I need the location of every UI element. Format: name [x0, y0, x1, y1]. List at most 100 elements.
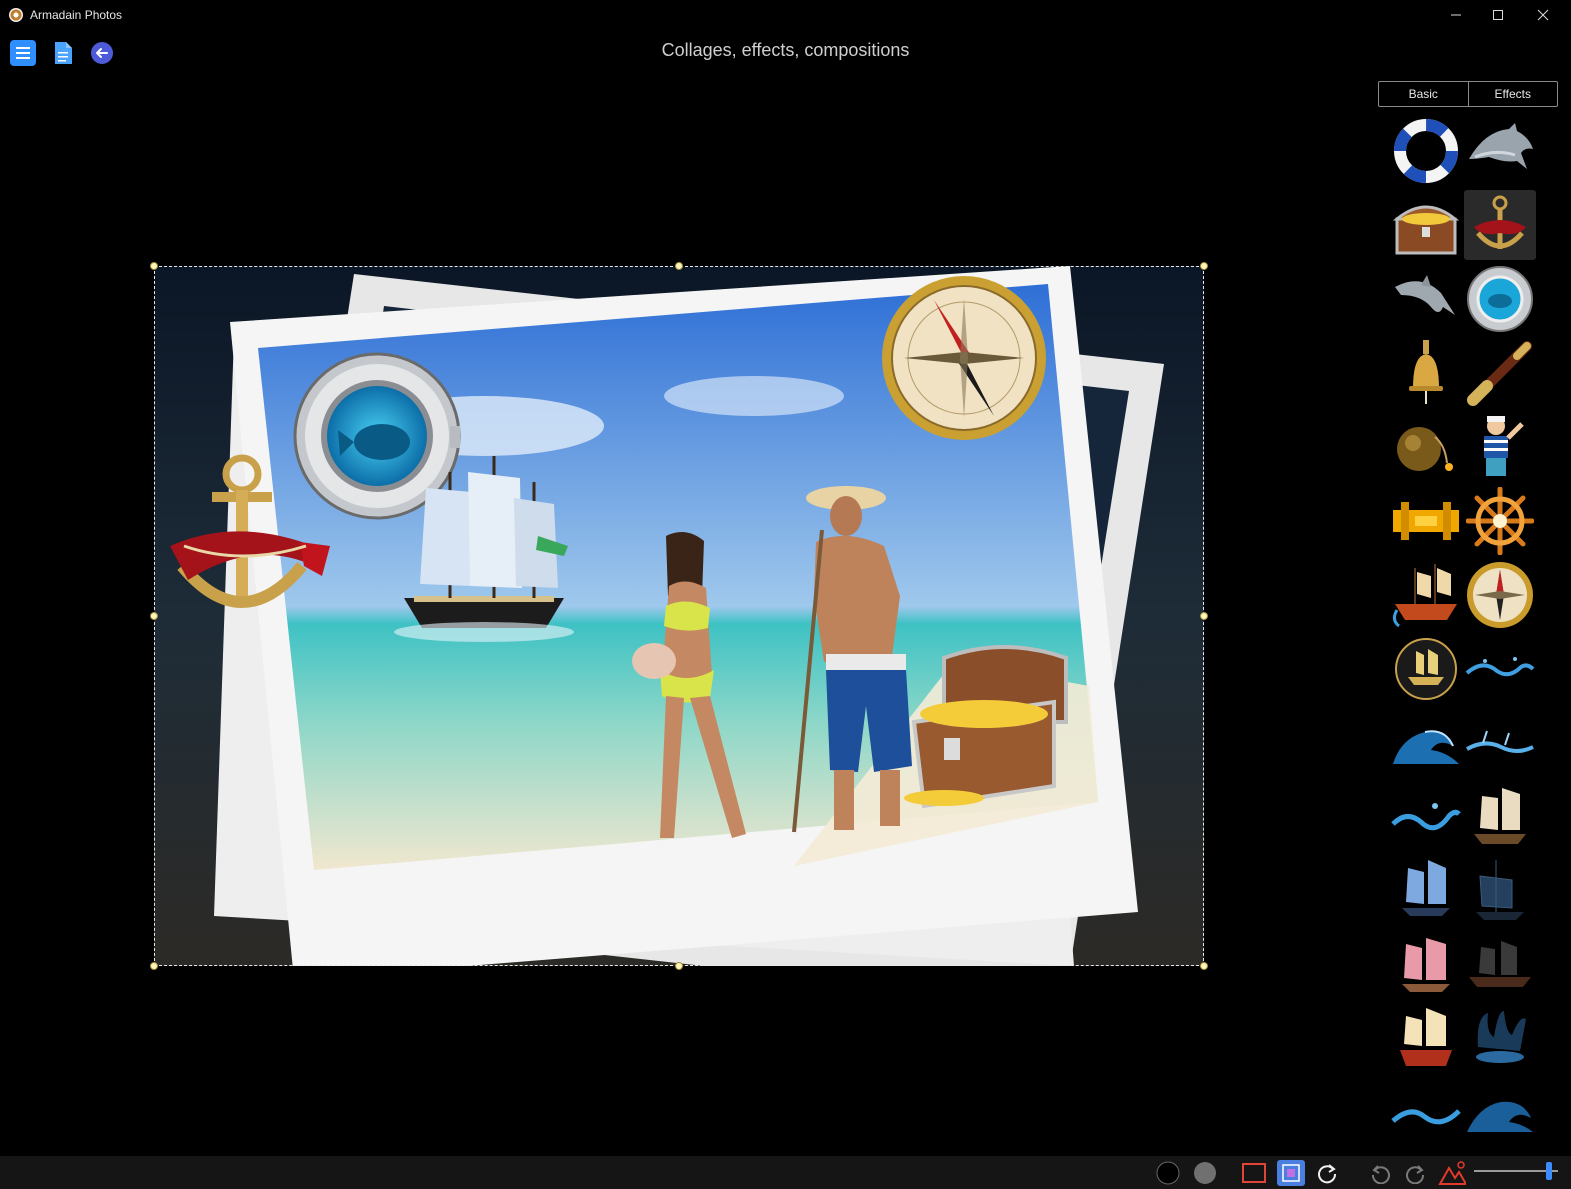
water-crown-splash-icon [1476, 1011, 1526, 1063]
gallery-item-lifebuoy[interactable] [1390, 116, 1462, 186]
redo-icon [1406, 1165, 1425, 1184]
gallery-item-golden-bridge[interactable] [1390, 486, 1462, 556]
water-splash-icon [1391, 803, 1461, 831]
gallery-item-red-galleon[interactable] [1390, 1004, 1462, 1074]
gallery-item-water-splash-1[interactable] [1464, 634, 1536, 704]
spyglass-icon [1467, 341, 1532, 406]
gallery-item-wave-1[interactable] [1390, 708, 1462, 778]
gallery-item-wave-2[interactable] [1464, 1078, 1536, 1146]
resize-handle-top[interactable] [675, 262, 683, 270]
wave-icon [1393, 730, 1459, 764]
effects-button[interactable] [1438, 1160, 1466, 1186]
wave-icon [1467, 1101, 1533, 1132]
panel-tabs: Basic Effects [1378, 81, 1558, 107]
water-splash-icon [1466, 730, 1534, 753]
resize-handle-bottom-left[interactable] [150, 962, 158, 970]
gallery-item-water-splash-4[interactable] [1390, 1078, 1462, 1146]
gallery-item-sailing-ship-2[interactable] [1390, 856, 1462, 926]
sailor-icon [1484, 416, 1524, 476]
resize-handle-top-left[interactable] [150, 262, 158, 270]
gallery-item-water-splash-2[interactable] [1464, 708, 1536, 778]
porthole-fish-icon [1467, 266, 1533, 332]
red-galleon-icon [1400, 1008, 1452, 1066]
sticker-gallery [1388, 116, 1540, 1146]
gallery-item-jumping-dolphin[interactable] [1390, 264, 1462, 334]
status-bar [0, 1156, 1571, 1189]
tab-effects[interactable]: Effects [1467, 82, 1558, 106]
zoom-slider[interactable] [1474, 1160, 1558, 1182]
gallery-item-ship-emblem[interactable] [1390, 634, 1462, 704]
refresh-icon [1318, 1164, 1337, 1184]
black-circle-icon [1156, 1161, 1180, 1185]
sailing-ship-icon [1476, 860, 1524, 920]
ship-emblem-icon [1395, 638, 1457, 700]
gallery-item-compass[interactable] [1464, 560, 1536, 630]
resize-handle-bottom[interactable] [675, 962, 683, 970]
gallery-item-pirate-ship[interactable] [1390, 560, 1462, 630]
close-icon [1537, 9, 1549, 21]
gallery-item-spyglass[interactable] [1464, 338, 1536, 408]
rectangle-frame-icon [1242, 1163, 1266, 1183]
frame-button[interactable] [1240, 1160, 1268, 1186]
layer-button[interactable] [1277, 1160, 1305, 1186]
app-title: Armadain Photos [30, 8, 123, 22]
close-button[interactable] [1520, 0, 1566, 30]
gallery-item-water-crown-splash[interactable] [1464, 1004, 1536, 1074]
cannonball-bomb-icon [1397, 427, 1453, 471]
zoom-slider-thumb[interactable] [1545, 1162, 1552, 1180]
compass-icon [1467, 562, 1533, 628]
refresh-button[interactable] [1313, 1160, 1341, 1186]
galleon-icon [1469, 941, 1531, 987]
maximize-icon [1493, 10, 1503, 20]
ship-wheel-icon [1466, 487, 1534, 555]
pirate-ship-icon [1392, 564, 1457, 628]
gallery-item-cannonball-bomb[interactable] [1390, 412, 1462, 482]
gallery-item-ship-wheel[interactable] [1464, 486, 1536, 556]
minimize-button[interactable] [1433, 0, 1479, 30]
app-logo-icon [9, 8, 23, 22]
gallery-item-dolphin[interactable] [1464, 116, 1536, 186]
resize-handle-top-right[interactable] [1200, 262, 1208, 270]
gallery-item-porthole-fish[interactable] [1464, 264, 1536, 334]
page-title: Collages, effects, compositions [661, 40, 910, 60]
composition-canvas[interactable] [154, 266, 1204, 966]
color-black-button[interactable] [1154, 1160, 1182, 1186]
mountain-effects-icon [1438, 1161, 1466, 1185]
gallery-item-galleon[interactable] [1464, 930, 1536, 1000]
gallery-item-sailing-ship-1[interactable] [1464, 782, 1536, 852]
sailing-ship-icon [1402, 860, 1450, 916]
composition-artwork [154, 266, 1204, 966]
compass-sticker[interactable] [882, 276, 1046, 440]
resize-handle-right[interactable] [1200, 612, 1208, 620]
undo-icon [1371, 1165, 1390, 1184]
gray-circle-icon [1194, 1162, 1216, 1184]
undo-button[interactable] [1366, 1160, 1394, 1186]
golden-bridge-icon [1393, 502, 1459, 540]
title-bar: Armadain Photos [0, 0, 1571, 30]
gallery-item-sailor[interactable] [1464, 412, 1536, 482]
resize-handle-left[interactable] [150, 612, 158, 620]
treasure-chest-icon [1392, 205, 1460, 255]
dolphin-icon [1469, 123, 1533, 169]
gallery-item-sailing-ship-3[interactable] [1464, 856, 1536, 926]
gallery-item-ship-bell[interactable] [1390, 338, 1462, 408]
water-splash-icon [1391, 1109, 1461, 1125]
lifebuoy-icon [1394, 119, 1458, 183]
sailing-ship-icon [1474, 788, 1526, 844]
gallery-item-anchor-ribbon[interactable] [1464, 190, 1536, 260]
gallery-item-water-splash-3[interactable] [1390, 782, 1462, 852]
minimize-icon [1451, 14, 1461, 16]
resize-handle-bottom-right[interactable] [1200, 962, 1208, 970]
ship-bell-icon [1409, 340, 1443, 404]
water-splash-icon [1465, 657, 1535, 677]
layer-icon [1282, 1164, 1300, 1182]
pink-ship-icon [1402, 938, 1450, 992]
anchor-ribbon-icon [1474, 195, 1526, 249]
jumping-dolphin-icon [1395, 275, 1455, 315]
gallery-item-pink-ship[interactable] [1390, 930, 1462, 1000]
redo-button[interactable] [1402, 1160, 1430, 1186]
tab-basic[interactable]: Basic [1379, 82, 1468, 106]
color-gray-button[interactable] [1191, 1160, 1219, 1186]
maximize-button[interactable] [1475, 0, 1521, 30]
gallery-item-treasure-chest[interactable] [1390, 190, 1462, 260]
